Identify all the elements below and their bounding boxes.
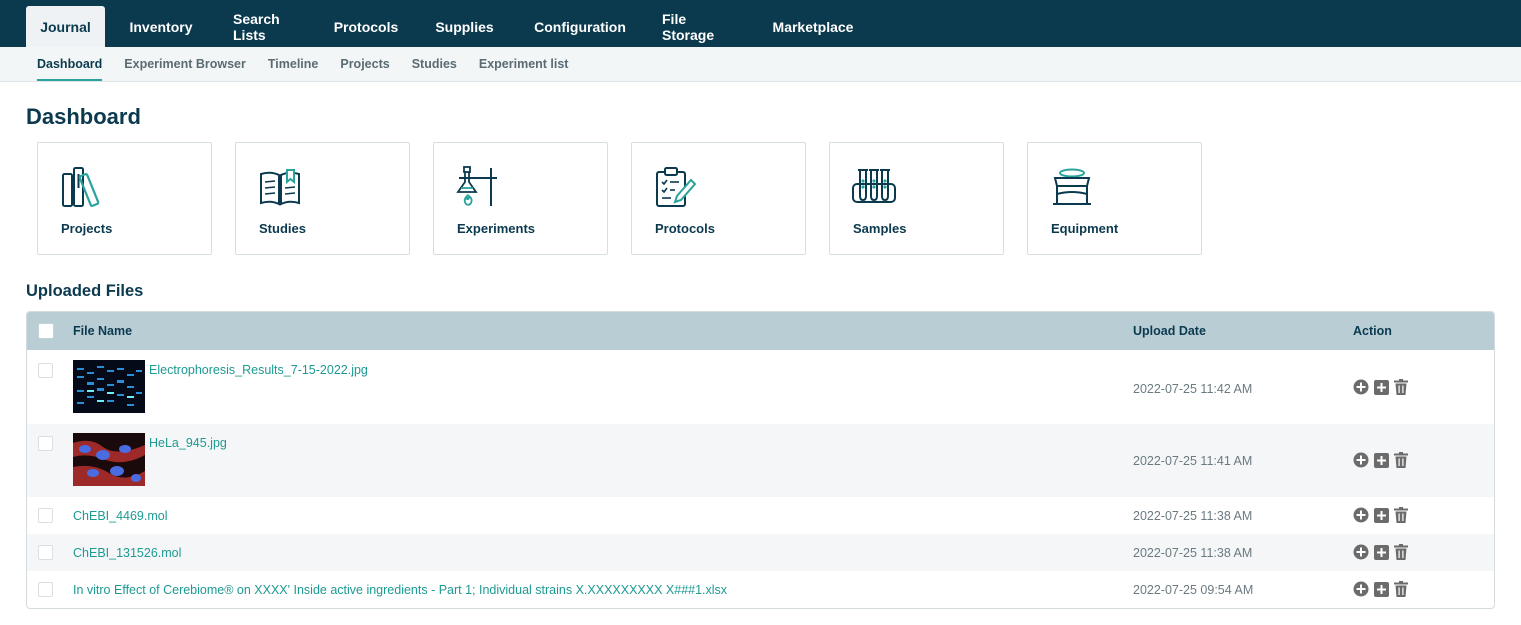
add-square-icon[interactable] — [1373, 452, 1389, 468]
page-title: Dashboard — [26, 104, 141, 129]
hela-cells-thumbnail[interactable] — [73, 433, 145, 486]
subnav-dashboard[interactable]: Dashboard — [26, 47, 113, 81]
upload-date: 2022-07-25 11:42 AM — [1133, 382, 1253, 396]
card-protocols[interactable]: Protocols — [631, 142, 806, 255]
table-row: In vitro Effect of Cerebiome® on XXXX' I… — [27, 571, 1494, 608]
subnav-experiment-browser[interactable]: Experiment Browser — [113, 47, 257, 81]
card-label: Experiments — [457, 221, 536, 236]
add-circle-icon[interactable] — [1353, 544, 1369, 560]
table-row: Electrophoresis_Results_7-15-2022.jpg 20… — [27, 350, 1494, 424]
add-circle-icon[interactable] — [1353, 379, 1369, 395]
sub-navigation: Dashboard Experiment Browser Timeline Pr… — [0, 47, 1521, 82]
file-name-link[interactable]: In vitro Effect of Cerebiome® on XXXX' I… — [73, 583, 727, 597]
card-label: Samples — [853, 221, 907, 236]
column-file-name[interactable]: File Name — [73, 324, 132, 338]
trash-icon[interactable] — [1393, 581, 1409, 597]
tab-file-storage[interactable]: File Storage — [644, 6, 756, 47]
projects-icon — [62, 167, 100, 207]
row-actions — [1353, 507, 1413, 523]
column-upload-date[interactable]: Upload Date — [1133, 324, 1206, 338]
tab-supplies[interactable]: Supplies — [413, 6, 516, 47]
card-samples[interactable]: Samples — [829, 142, 1004, 255]
row-checkbox[interactable] — [38, 363, 53, 378]
table-header: File Name Upload Date Action — [27, 312, 1494, 350]
upload-date: 2022-07-25 11:38 AM — [1133, 546, 1253, 560]
add-square-icon[interactable] — [1373, 507, 1389, 523]
uploaded-files-title: Uploaded Files — [26, 282, 144, 300]
tab-protocols[interactable]: Protocols — [323, 6, 409, 47]
tab-journal[interactable]: Journal — [26, 6, 105, 47]
file-name-link[interactable]: ChEBI_131526.mol — [73, 546, 181, 560]
card-experiments[interactable]: Experiments — [433, 142, 608, 255]
trash-icon[interactable] — [1393, 507, 1409, 523]
tab-marketplace[interactable]: Marketplace — [760, 6, 866, 47]
uploaded-files-table: File Name Upload Date Action Electrophor… — [26, 311, 1495, 609]
table-row: HeLa_945.jpg 2022-07-25 11:41 AM — [27, 424, 1494, 497]
upload-date: 2022-07-25 09:54 AM — [1133, 583, 1254, 597]
trash-icon[interactable] — [1393, 544, 1409, 560]
card-label: Projects — [61, 221, 113, 236]
card-label: Studies — [259, 221, 306, 236]
card-equipment[interactable]: Equipment — [1027, 142, 1202, 255]
row-checkbox[interactable] — [38, 508, 53, 523]
select-all-checkbox[interactable] — [38, 323, 54, 339]
card-label: Equipment — [1051, 221, 1119, 236]
experiments-flask-icon — [456, 166, 497, 206]
card-studies[interactable]: Studies — [235, 142, 410, 255]
row-checkbox[interactable] — [38, 545, 53, 560]
studies-book-icon — [260, 169, 300, 206]
subnav-projects[interactable]: Projects — [329, 47, 400, 81]
electrophoresis-thumbnail[interactable] — [73, 360, 145, 413]
row-checkbox[interactable] — [38, 582, 53, 597]
subnav-timeline[interactable]: Timeline — [257, 47, 329, 81]
table-row: ChEBI_131526.mol 2022-07-25 11:38 AM — [27, 534, 1494, 571]
samples-test-tubes-icon — [852, 169, 896, 203]
subnav-experiment-list[interactable]: Experiment list — [468, 47, 580, 81]
equipment-icon — [1053, 168, 1091, 205]
row-actions — [1353, 379, 1413, 395]
add-square-icon[interactable] — [1373, 544, 1389, 560]
subnav-studies[interactable]: Studies — [401, 47, 468, 81]
table-row: ChEBI_4469.mol 2022-07-25 11:38 AM — [27, 497, 1494, 534]
row-actions — [1353, 544, 1413, 560]
dashboard-cards: Projects Studies Experiments Protocols S… — [37, 142, 1225, 255]
file-name-link[interactable]: HeLa_945.jpg — [149, 436, 227, 450]
add-square-icon[interactable] — [1373, 581, 1389, 597]
row-actions — [1353, 452, 1413, 468]
upload-date: 2022-07-25 11:38 AM — [1133, 509, 1253, 523]
trash-icon[interactable] — [1393, 379, 1409, 395]
file-name-link[interactable]: Electrophoresis_Results_7-15-2022.jpg — [149, 363, 368, 377]
trash-icon[interactable] — [1393, 452, 1409, 468]
protocols-clipboard-icon — [656, 167, 697, 207]
card-projects[interactable]: Projects — [37, 142, 212, 255]
tab-inventory[interactable]: Inventory — [111, 6, 211, 47]
top-navigation: Journal Inventory Search Lists Protocols… — [0, 0, 1521, 47]
tab-configuration[interactable]: Configuration — [520, 6, 640, 47]
row-actions — [1353, 581, 1413, 597]
row-checkbox[interactable] — [38, 436, 53, 451]
card-label: Protocols — [655, 221, 715, 236]
add-circle-icon[interactable] — [1353, 581, 1369, 597]
tab-search-lists[interactable]: Search Lists — [215, 6, 319, 47]
add-circle-icon[interactable] — [1353, 452, 1369, 468]
add-square-icon[interactable] — [1373, 379, 1389, 395]
column-action: Action — [1353, 324, 1392, 338]
file-name-link[interactable]: ChEBI_4469.mol — [73, 509, 168, 523]
add-circle-icon[interactable] — [1353, 507, 1369, 523]
upload-date: 2022-07-25 11:41 AM — [1133, 454, 1253, 468]
